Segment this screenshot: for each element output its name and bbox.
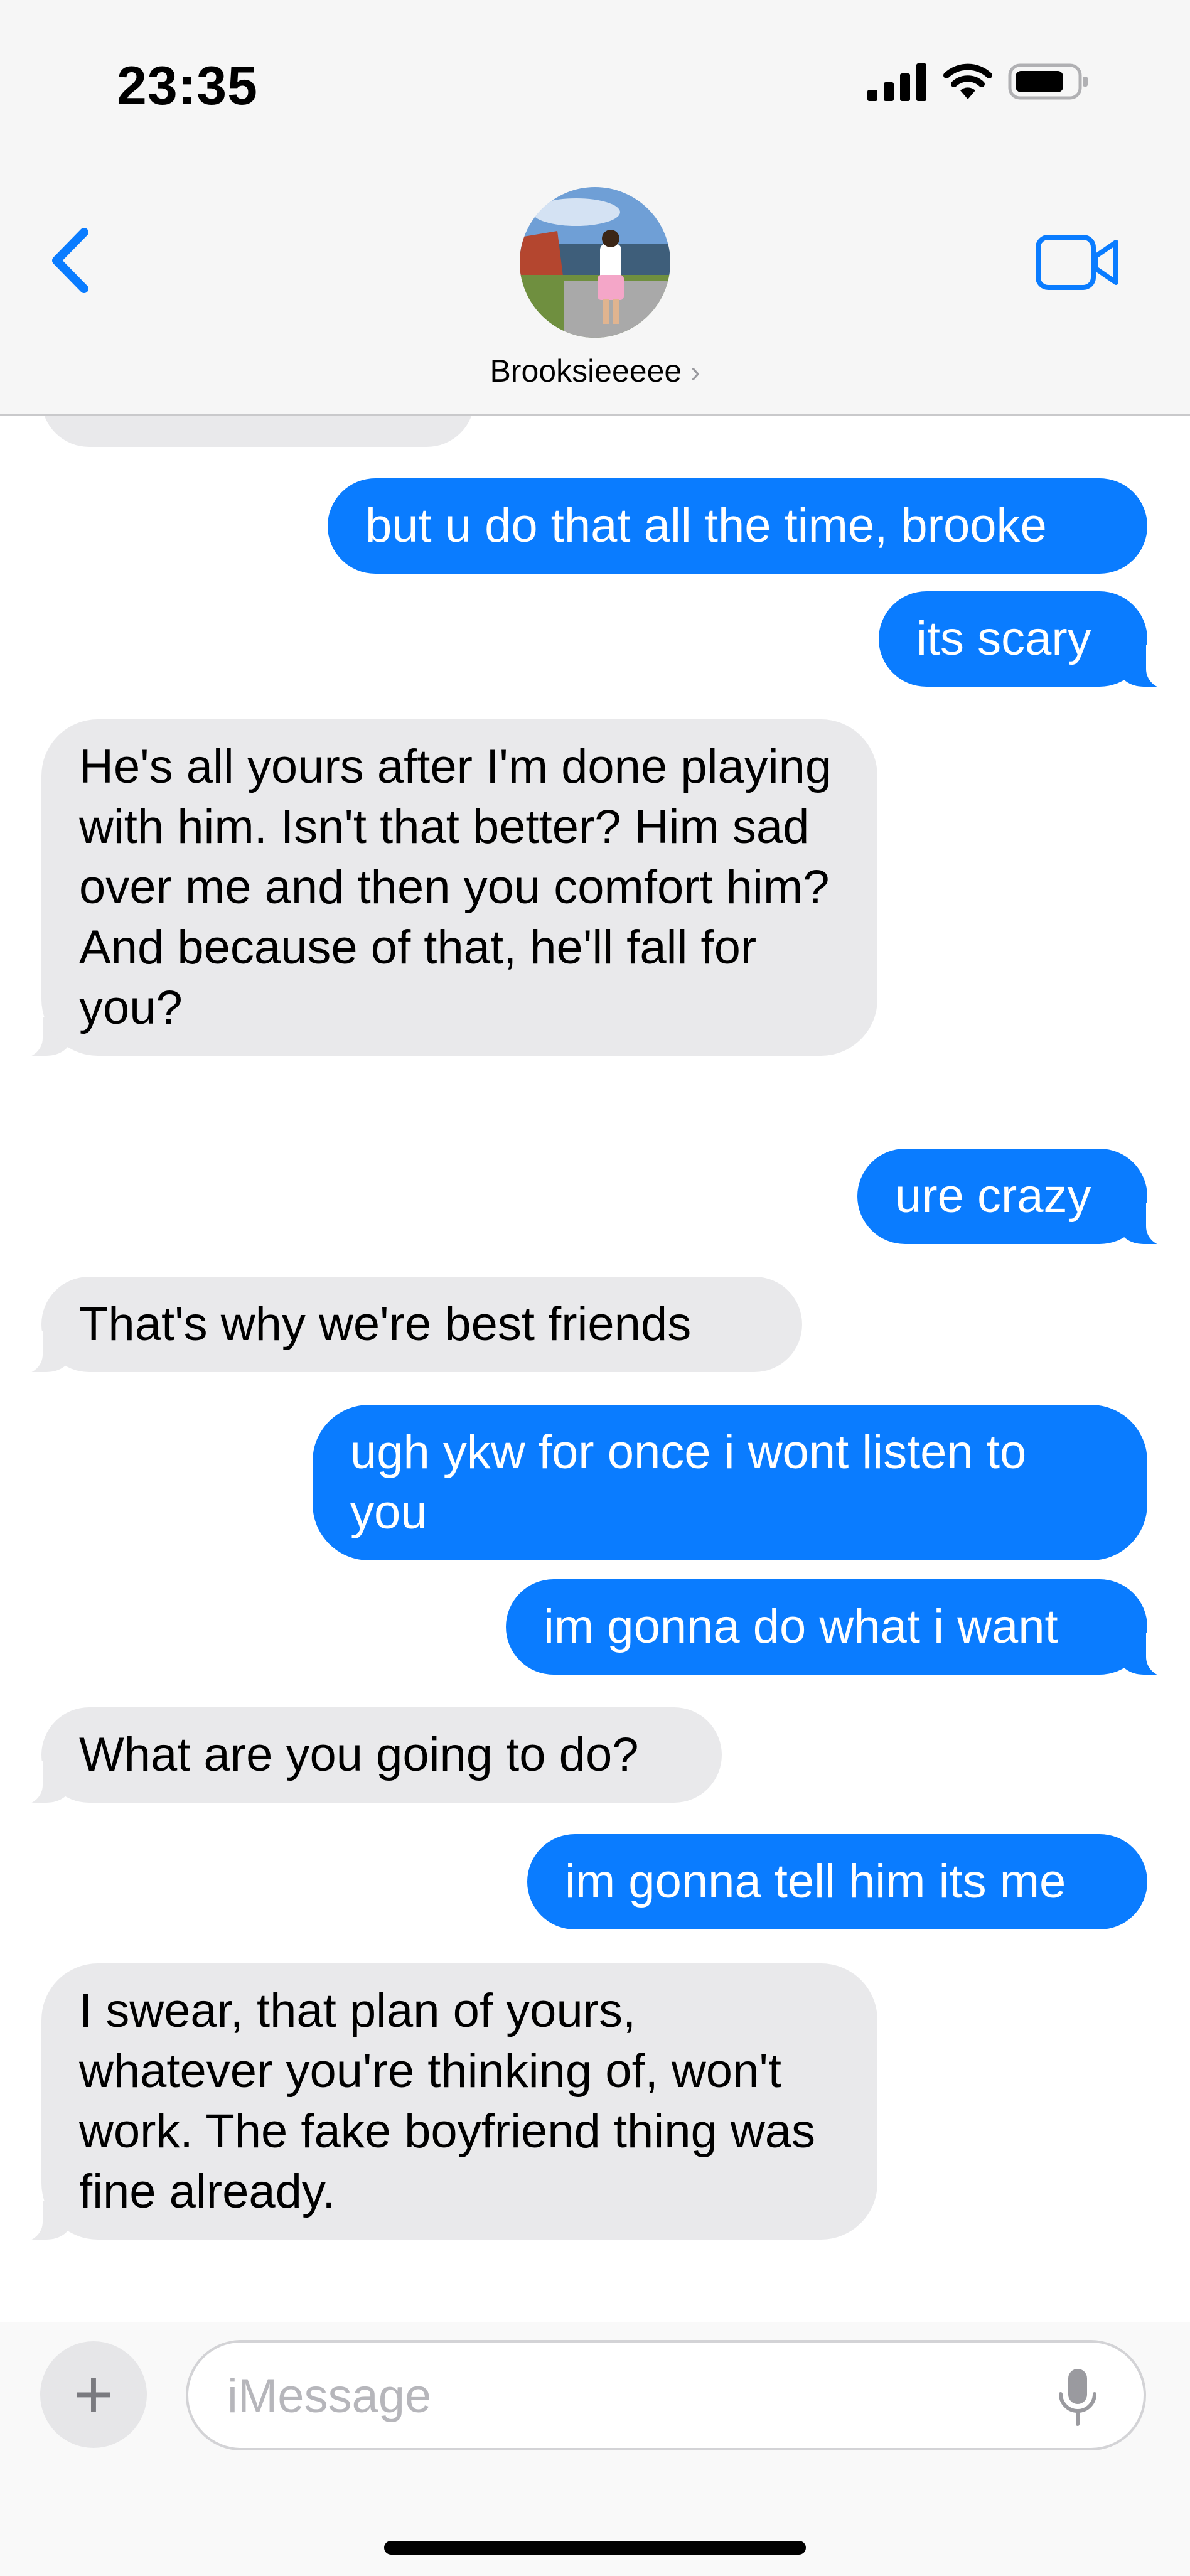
message-outgoing[interactable]: ugh ykw for once i wont listen to you — [313, 1405, 1147, 1560]
message-outgoing[interactable]: ure crazy — [857, 1149, 1180, 1247]
signal-icon — [867, 63, 926, 101]
microphone-icon[interactable] — [1056, 2366, 1100, 2429]
message-incoming[interactable]: I swear, that plan of yours, whatever yo… — [10, 1963, 877, 2242]
wifi-icon — [943, 63, 992, 99]
message-outgoing[interactable]: im gonna do what i want — [506, 1579, 1180, 1677]
message-outgoing[interactable]: but u do that all the time, brooke — [328, 478, 1147, 574]
chevron-left-icon[interactable] — [44, 226, 94, 295]
contact-name[interactable]: Brooksieeeee › — [0, 353, 1190, 389]
message-outgoing[interactable]: its scary — [879, 591, 1180, 689]
message-outgoing[interactable]: im gonna tell him its me — [527, 1834, 1147, 1929]
contact-name-text: Brooksieeeee — [490, 353, 682, 389]
add-attachment-button[interactable]: + — [40, 2341, 147, 2448]
video-call-icon[interactable] — [1036, 232, 1121, 292]
battery-icon — [1008, 63, 1088, 100]
chevron-right-icon: › — [690, 355, 700, 388]
conversation-header: 23:35 Brooksieeeee › — [0, 0, 1190, 416]
message-incoming[interactable]: He's all yours after I'm done playing wi… — [10, 719, 877, 1058]
home-indicator[interactable] — [384, 2541, 806, 2555]
status-icons — [867, 62, 1090, 102]
message-incoming[interactable]: What are you going to do? — [10, 1707, 722, 1805]
message-input-placeholder: iMessage — [227, 2369, 432, 2423]
message-input[interactable]: iMessage — [186, 2340, 1146, 2450]
avatar[interactable] — [520, 187, 670, 338]
message-incoming[interactable]: That's why we're best friends — [10, 1277, 802, 1375]
status-time: 23:35 — [117, 56, 258, 116]
